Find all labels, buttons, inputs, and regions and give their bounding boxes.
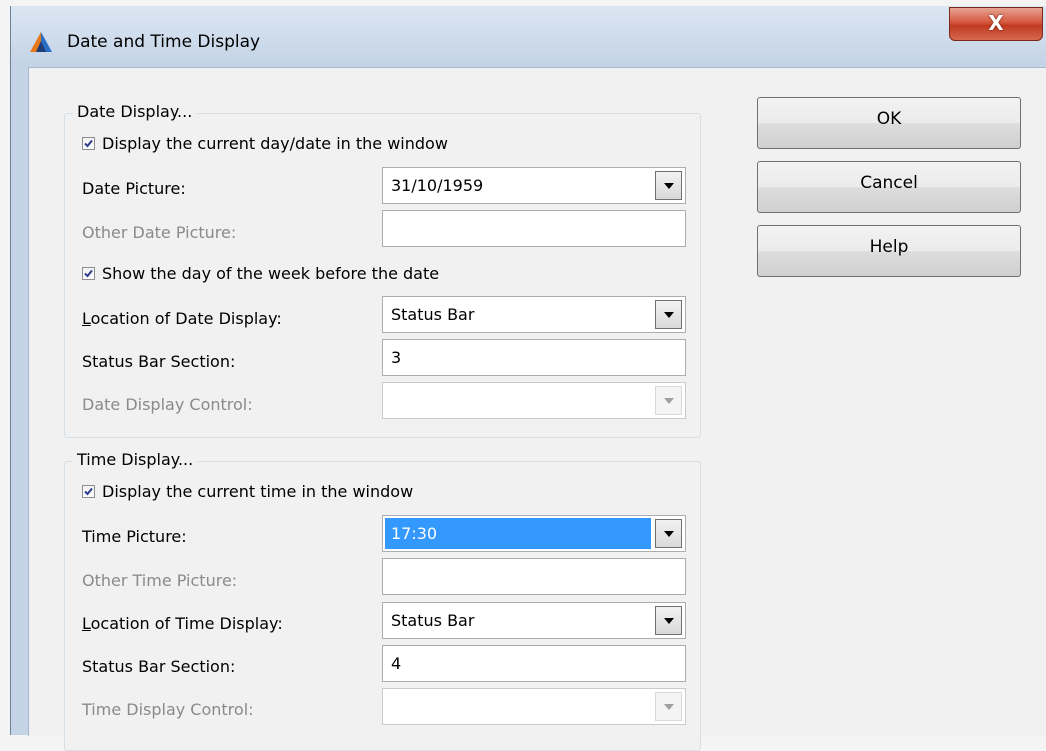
show-day-of-week-checkbox[interactable] [82,267,95,280]
time-display-control-select [382,688,686,725]
display-time-checkbox[interactable] [82,485,95,498]
chevron-down-icon [655,386,682,415]
time-status-bar-section-label: Status Bar Section: [82,657,236,676]
chevron-down-icon[interactable] [655,519,682,548]
checkmark-icon [84,139,93,148]
time-picture-value: 17:30 [391,524,438,543]
time-status-bar-section-value: 4 [391,654,402,673]
date-location-value: Status Bar [391,305,475,324]
close-icon: X [988,11,1004,35]
date-display-control-label: Date Display Control: [82,395,253,414]
date-group-title: Date Display... [73,102,197,121]
time-location-label: Location of Time Display: [82,614,283,633]
date-location-select[interactable]: Status Bar [382,296,686,333]
app-logo-icon [30,32,52,52]
display-date-label[interactable]: Display the current day/date in the wind… [102,134,448,153]
chevron-down-icon[interactable] [655,606,682,635]
time-status-bar-section-input[interactable]: 4 [382,645,686,682]
other-time-picture-input[interactable] [382,558,686,595]
other-date-picture-input[interactable] [382,210,686,247]
time-location-select[interactable]: Status Bar [382,602,686,639]
time-location-value: Status Bar [391,611,475,630]
ok-button[interactable]: OK [757,97,1021,149]
help-button[interactable]: Help [757,225,1021,277]
chevron-down-icon[interactable] [655,300,682,329]
time-display-control-label: Time Display Control: [82,700,254,719]
cancel-button[interactable]: Cancel [757,161,1021,213]
dialog-window: Date and Time Display X Date Display... … [10,6,1046,751]
date-display-control-select [382,382,686,419]
chevron-down-icon[interactable] [655,171,682,200]
time-group-title: Time Display... [73,450,198,469]
show-day-of-week-label[interactable]: Show the day of the week before the date [102,264,439,283]
date-status-bar-section-input[interactable]: 3 [382,339,686,376]
other-date-picture-label: Other Date Picture: [82,223,237,242]
display-date-checkbox[interactable] [82,137,95,150]
other-time-picture-label: Other Time Picture: [82,571,238,590]
time-picture-select[interactable]: 17:30 [382,515,686,552]
display-time-label[interactable]: Display the current time in the window [102,482,413,501]
date-picture-value: 31/10/1959 [391,176,484,195]
time-display-group: Time Display... Display the current time… [64,450,701,751]
date-status-bar-section-value: 3 [391,348,402,367]
date-display-group: Date Display... Display the current day/… [64,102,701,438]
date-location-label: Location of Date Display: [82,309,282,328]
chevron-down-icon [655,692,682,721]
window-title: Date and Time Display [67,32,261,52]
checkmark-icon [84,269,93,278]
time-picture-label: Time Picture: [82,527,187,546]
date-picture-label: Date Picture: [82,179,186,198]
date-picture-select[interactable]: 31/10/1959 [382,167,686,204]
title-bar[interactable]: Date and Time Display X [11,6,1046,64]
close-button[interactable]: X [949,7,1043,41]
date-status-bar-section-label: Status Bar Section: [82,352,236,371]
dialog-client-area: Date Display... Display the current day/… [28,67,1046,751]
checkmark-icon [84,487,93,496]
